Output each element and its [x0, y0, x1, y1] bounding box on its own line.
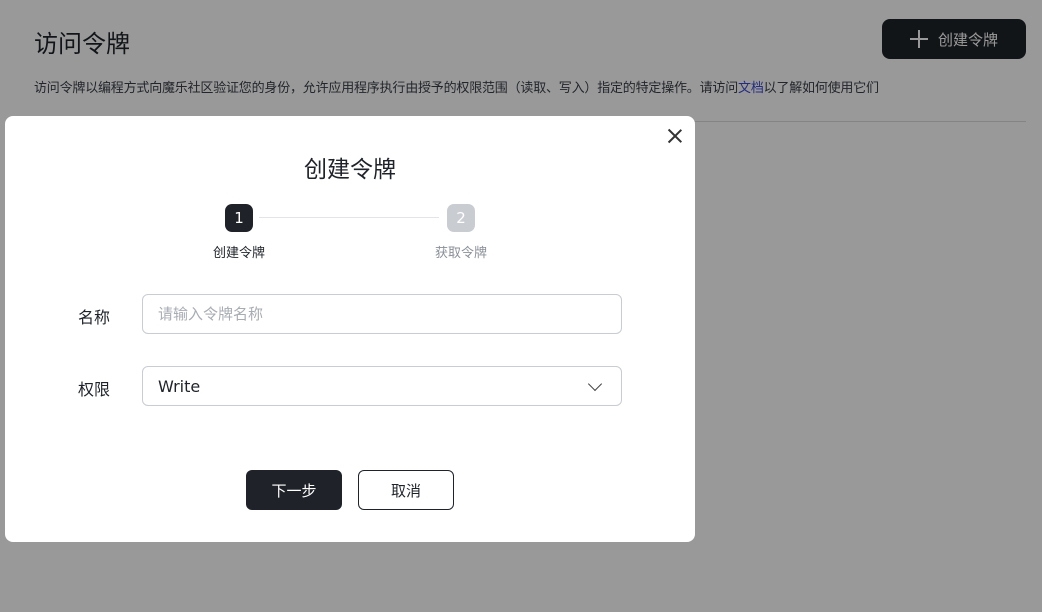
- modal-title: 创建令牌: [304, 157, 396, 183]
- close-icon[interactable]: [665, 126, 685, 146]
- step-1-indicator: 1: [225, 204, 253, 232]
- permission-selected-value: Write: [158, 376, 201, 396]
- next-step-button[interactable]: 下一步: [246, 470, 342, 510]
- step-2-label: 获取令牌: [434, 246, 487, 261]
- step-2-indicator: 2: [447, 204, 475, 232]
- step-connector: [259, 217, 439, 218]
- cancel-button[interactable]: 取消: [358, 470, 454, 510]
- permission-select[interactable]: Write: [142, 366, 622, 406]
- permission-label: 权限: [78, 380, 111, 399]
- create-token-modal: 创建令牌 1 2 创建令牌 获取令牌 名称 权限 Write 下一步 取消: [5, 116, 695, 542]
- name-label: 名称: [78, 308, 111, 327]
- step-1-label: 创建令牌: [212, 246, 265, 261]
- token-name-input[interactable]: [142, 294, 622, 334]
- chevron-down-icon: [587, 376, 603, 391]
